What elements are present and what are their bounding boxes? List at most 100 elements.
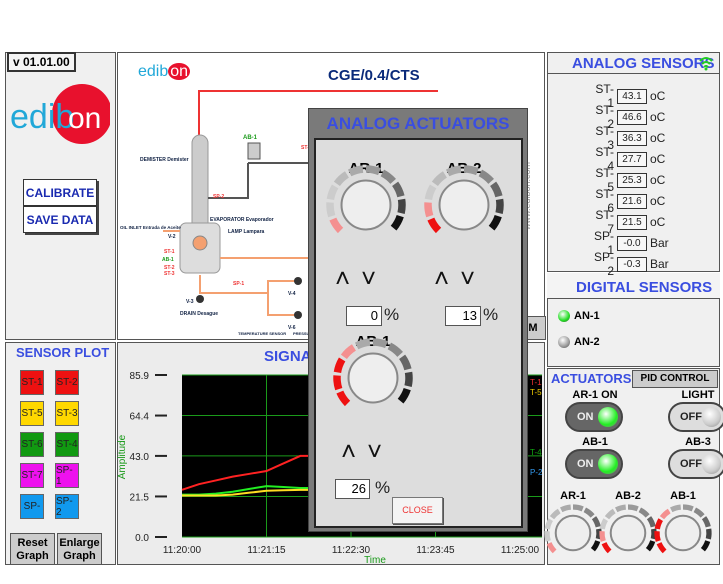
plot-toggle-sp-1[interactable]: SP-1 bbox=[55, 463, 79, 488]
led-icon bbox=[558, 310, 570, 322]
y-tick-label: 0.0 bbox=[135, 533, 149, 544]
sensor-value: 21.5 bbox=[617, 214, 647, 230]
sensor-unit: oC bbox=[650, 89, 666, 103]
knob-segment bbox=[627, 504, 639, 512]
led-icon bbox=[702, 407, 721, 427]
plot-toggle-st-6[interactable]: ST-6 bbox=[20, 432, 44, 457]
led-icon bbox=[598, 407, 618, 427]
plot-toggle-st-1[interactable]: ST-1 bbox=[20, 370, 44, 395]
enlarge-graph-button[interactable]: Enlarge Graph bbox=[57, 533, 102, 565]
knob-segment bbox=[397, 198, 406, 214]
switch-label: AR-1 ON bbox=[572, 389, 618, 401]
knob-dial bbox=[664, 514, 702, 552]
toggle-switch[interactable]: ON bbox=[565, 449, 623, 479]
toggle-switch[interactable]: OFF bbox=[668, 449, 723, 479]
knob-segment bbox=[549, 508, 561, 520]
sensor-unit: oC bbox=[650, 215, 666, 229]
decrease-arrow-icon[interactable]: ˅ bbox=[361, 265, 376, 291]
sensor-unit: Bar bbox=[650, 257, 669, 271]
increase-arrow-icon[interactable]: ˄ bbox=[335, 265, 350, 291]
switch-state: OFF bbox=[680, 411, 702, 423]
plot-toggle-sp-[interactable]: SP- bbox=[20, 494, 44, 519]
dialog-knob-ar-1[interactable] bbox=[326, 165, 406, 245]
decrease-arrow-icon[interactable]: ˅ bbox=[367, 438, 382, 464]
knob-segment bbox=[399, 354, 412, 371]
digital-sensor-label: AN-2 bbox=[574, 336, 600, 348]
knob-ab-2[interactable] bbox=[598, 503, 658, 563]
sensor-row: SP-2 -0.3 Bar bbox=[590, 250, 669, 278]
plot-toggle-st-3[interactable]: ST-3 bbox=[55, 401, 79, 426]
reset-graph-button[interactable]: Reset Graph bbox=[10, 533, 55, 565]
dialog-title: ANALOG ACTUATORS bbox=[326, 114, 510, 133]
knob-label: AR-1 bbox=[560, 490, 586, 502]
knob-segment bbox=[590, 540, 601, 552]
switch-state: ON bbox=[577, 458, 594, 470]
knob-segment bbox=[397, 387, 411, 404]
x-tick-label: 11:20:00 bbox=[163, 545, 202, 556]
legend-item: T-1 bbox=[530, 378, 542, 387]
sensor-value: -0.0 bbox=[617, 235, 647, 251]
sensor-value: 46.6 bbox=[617, 109, 647, 125]
knob-segment bbox=[700, 540, 711, 552]
version-label: v 01.01.00 bbox=[7, 52, 76, 72]
increase-arrow-icon[interactable]: ˄ bbox=[434, 265, 449, 291]
plot-toggle-st-4[interactable]: ST-4 bbox=[55, 432, 79, 457]
plot-toggle-st-2[interactable]: ST-2 bbox=[55, 370, 79, 395]
plot-toggle-sp-2[interactable]: SP-2 bbox=[55, 494, 79, 519]
x-tick-label: 11:21:15 bbox=[247, 545, 286, 556]
diagram-label-v2: V-2 bbox=[168, 234, 176, 240]
knob-segment bbox=[333, 357, 346, 374]
knob-segment bbox=[326, 184, 339, 201]
increase-arrow-icon[interactable]: ˄ bbox=[341, 438, 356, 464]
knob-segment bbox=[340, 344, 357, 360]
knob-segment bbox=[656, 542, 667, 554]
sensor-plot-title: SENSOR PLOT bbox=[16, 345, 110, 360]
decrease-arrow-icon[interactable]: ˅ bbox=[460, 265, 475, 291]
y-tick-label: 21.5 bbox=[130, 492, 150, 503]
knob-segment bbox=[365, 165, 381, 176]
knob-segment bbox=[604, 508, 616, 520]
toggle-switch[interactable]: OFF bbox=[668, 402, 723, 432]
knob-segment bbox=[390, 214, 404, 231]
diagram-label-v4: V-4 bbox=[288, 291, 296, 297]
diagram-label-ab1: AB-1 bbox=[243, 135, 258, 141]
switch-label: AB-1 bbox=[582, 436, 608, 448]
knob-segment bbox=[329, 217, 344, 234]
plot-toggle-st-5[interactable]: ST-5 bbox=[20, 401, 44, 426]
save-data-button[interactable]: SAVE DATA bbox=[23, 206, 97, 233]
knob-segment bbox=[372, 338, 388, 349]
knob-segment bbox=[326, 202, 336, 218]
percent-input[interactable]: 26 bbox=[335, 479, 370, 499]
tab-pid-control[interactable]: PID CONTROL bbox=[632, 370, 718, 388]
percent-input[interactable]: 13 bbox=[445, 306, 481, 326]
percent-input[interactable]: 0 bbox=[346, 306, 382, 326]
knob-segment bbox=[544, 518, 554, 530]
sensor-unit: Bar bbox=[650, 236, 669, 250]
knob-dial bbox=[609, 514, 647, 552]
knob-ar-1[interactable] bbox=[543, 503, 603, 563]
plot-toggle-st-7[interactable]: ST-7 bbox=[20, 463, 44, 488]
knob-segment bbox=[490, 181, 503, 198]
dialog-knob-ab-1[interactable] bbox=[333, 338, 413, 418]
svg-text:on: on bbox=[68, 102, 101, 135]
knob-ab-1[interactable] bbox=[653, 503, 713, 563]
sensor-value: 21.6 bbox=[617, 193, 647, 209]
diagram-label-oil-inlet: OIL INLET Entrada de Aceite bbox=[120, 225, 181, 230]
dialog-knob-ab-2[interactable] bbox=[424, 165, 504, 245]
knob-dial bbox=[438, 179, 490, 231]
knob-segment bbox=[380, 169, 396, 184]
knob-segment bbox=[478, 169, 494, 184]
knob-segment bbox=[495, 198, 504, 214]
diagram-label-sp2: SP-2 bbox=[213, 194, 224, 200]
close-button[interactable]: CLOSE bbox=[392, 497, 443, 524]
knob-segment bbox=[431, 171, 448, 187]
knob-segment bbox=[546, 542, 557, 554]
diagram-label-ab1-lower: AB-1 bbox=[162, 257, 174, 263]
switch-state: OFF bbox=[680, 458, 702, 470]
calibrate-button[interactable]: CALIBRATE bbox=[23, 179, 97, 206]
sensor-unit: oC bbox=[650, 110, 666, 124]
toggle-switch[interactable]: ON bbox=[565, 402, 623, 432]
tab-actuators[interactable]: ACTUATORS bbox=[551, 371, 631, 386]
switch-label: AB-3 bbox=[685, 436, 711, 448]
knob-segment bbox=[404, 371, 413, 387]
